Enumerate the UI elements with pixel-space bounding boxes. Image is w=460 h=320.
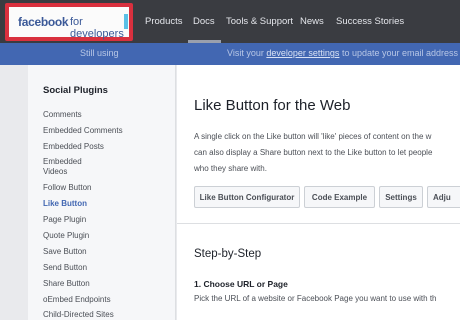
tab-like-button-configurator[interactable]: Like Button Configurator [194, 186, 300, 208]
facebook-for-developers-logo[interactable]: facebook for developers [5, 3, 133, 41]
sidebar: Social Plugins Comments Embedded Comment… [28, 65, 176, 320]
section-divider [177, 223, 460, 224]
step-1-description: Pick the URL of a website or Facebook Pa… [194, 294, 437, 303]
logo-suffix: for developers [70, 16, 124, 40]
nav-item-tools-support[interactable]: Tools & Support [226, 16, 293, 27]
nav-item-products[interactable]: Products [145, 16, 183, 27]
intro-line-1: A single click on the Like button will '… [194, 132, 432, 141]
step-by-step-heading: Step-by-Step [194, 248, 262, 260]
step-1-title: 1. Choose URL or Page [194, 279, 288, 289]
sidebar-item-like-button[interactable]: Like Button [43, 198, 87, 209]
intro-line-2: can also display a Share button next to … [194, 148, 433, 157]
tab-adjust[interactable]: Adju [427, 186, 460, 208]
developer-settings-link[interactable]: developer settings [266, 48, 339, 58]
sidebar-item-embedded-posts[interactable]: Embedded Posts [43, 141, 104, 152]
sidebar-item-embedded-videos-line2[interactable]: Videos [43, 166, 67, 177]
banner-prefix: Still using [80, 48, 119, 58]
sidebar-item-save-button[interactable]: Save Button [43, 246, 87, 257]
page-title: Like Button for the Web [194, 97, 351, 114]
top-navigation-bar: facebook for developers Products Docs To… [0, 0, 460, 43]
sidebar-item-send-button[interactable]: Send Button [43, 262, 87, 273]
intro-paragraph: A single click on the Like button will '… [194, 129, 432, 177]
banner-middle: Visit your [227, 48, 264, 58]
nav-item-success-stories[interactable]: Success Stories [336, 16, 404, 27]
main-content: Like Button for the Web A single click o… [177, 65, 460, 320]
sidebar-item-follow-button[interactable]: Follow Button [43, 182, 91, 193]
text-cursor-icon [124, 14, 128, 29]
tab-code-example[interactable]: Code Example [304, 186, 375, 208]
sidebar-title: Social Plugins [43, 85, 108, 96]
sidebar-item-quote-plugin[interactable]: Quote Plugin [43, 230, 89, 241]
sidebar-item-share-button[interactable]: Share Button [43, 278, 90, 289]
nav-item-docs[interactable]: Docs [193, 16, 215, 27]
sidebar-item-child-directed-sites[interactable]: Child-Directed Sites [43, 309, 114, 320]
sidebar-item-oembed-endpoints[interactable]: oEmbed Endpoints [43, 294, 111, 305]
notice-banner: Still using Visit your developer setting… [0, 43, 460, 65]
intro-line-3: who they share with. [194, 164, 267, 173]
sidebar-item-embedded-comments[interactable]: Embedded Comments [43, 125, 123, 136]
banner-suffix: to update your email address a [341, 48, 460, 58]
sidebar-item-comments[interactable]: Comments [43, 109, 82, 120]
logo-brand: facebook [18, 15, 69, 29]
sidebar-item-page-plugin[interactable]: Page Plugin [43, 214, 86, 225]
tab-settings[interactable]: Settings [379, 186, 423, 208]
nav-item-news[interactable]: News [300, 16, 324, 27]
banner-message: Visit your developer settings to update … [227, 48, 460, 58]
